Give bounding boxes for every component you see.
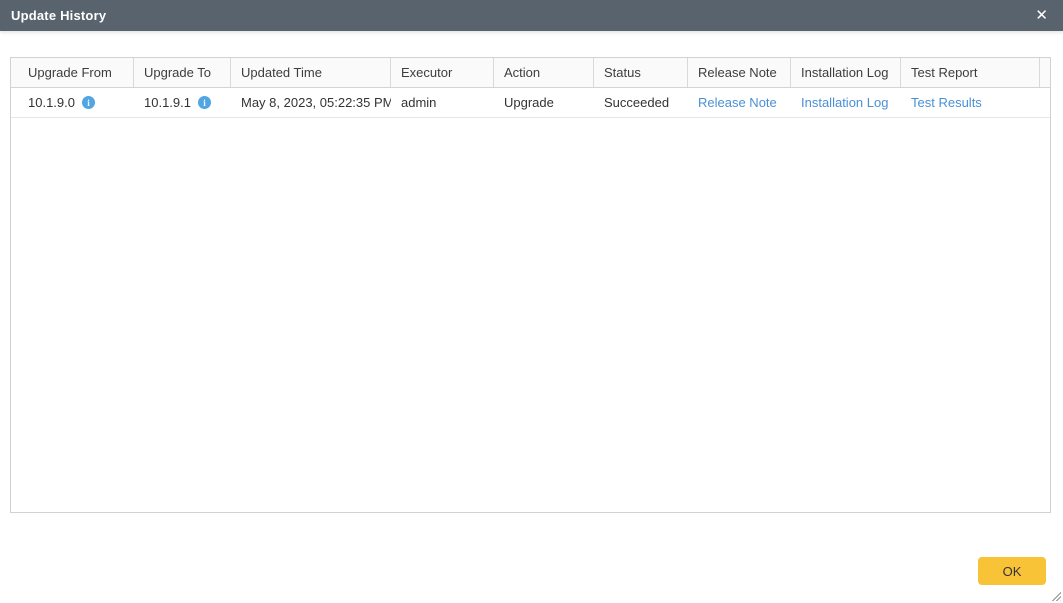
info-icon[interactable]: i xyxy=(82,96,95,109)
col-header-updated-time: Updated Time xyxy=(231,58,391,87)
cell-upgrade-to: 10.1.9.1 i xyxy=(134,88,231,117)
col-header-action: Action xyxy=(494,58,594,87)
table-header-row: Upgrade From Upgrade To Updated Time Exe… xyxy=(11,58,1050,88)
col-header-test-report: Test Report xyxy=(901,58,1040,87)
cell-filler xyxy=(1040,88,1050,117)
col-header-upgrade-from: Upgrade From xyxy=(11,58,134,87)
dialog-title: Update History xyxy=(11,8,107,23)
dialog-titlebar[interactable]: Update History ✕ xyxy=(0,0,1063,31)
upgrade-to-value: 10.1.9.1 xyxy=(144,95,191,110)
col-header-installation-log: Installation Log xyxy=(791,58,901,87)
release-note-link[interactable]: Release Note xyxy=(698,95,777,110)
cell-executor: admin xyxy=(401,95,437,110)
cell-status: Succeeded xyxy=(604,95,670,110)
resize-grip-icon[interactable] xyxy=(1050,590,1061,601)
cell-updated-time: May 8, 2023, 05:22:35 PM xyxy=(241,95,391,110)
upgrade-from-value: 10.1.9.0 xyxy=(28,95,75,110)
update-history-dialog: Update History ✕ Upgrade From Upgrade To… xyxy=(0,0,1063,603)
cell-test-report: Test Results xyxy=(901,88,1040,117)
table-row: 10.1.9.0 i 10.1.9.1 i May 8, 2023, 05:22… xyxy=(11,88,1050,118)
cell-upgrade-from: 10.1.9.0 i xyxy=(11,88,134,117)
col-header-status: Status xyxy=(594,58,688,87)
table-empty-area xyxy=(11,118,1050,512)
info-icon[interactable]: i xyxy=(198,96,211,109)
update-history-table: Upgrade From Upgrade To Updated Time Exe… xyxy=(10,57,1051,513)
col-header-filler xyxy=(1040,58,1050,87)
col-header-executor: Executor xyxy=(391,58,494,87)
installation-log-link[interactable]: Installation Log xyxy=(801,95,888,110)
cell-release-note: Release Note xyxy=(688,88,791,117)
cell-action: Upgrade xyxy=(504,95,554,110)
ok-button[interactable]: OK xyxy=(978,557,1046,585)
col-header-release-note: Release Note xyxy=(688,58,791,87)
cell-installation-log: Installation Log xyxy=(791,88,901,117)
test-results-link[interactable]: Test Results xyxy=(911,95,982,110)
close-icon[interactable]: ✕ xyxy=(1031,6,1052,25)
col-header-upgrade-to: Upgrade To xyxy=(134,58,231,87)
